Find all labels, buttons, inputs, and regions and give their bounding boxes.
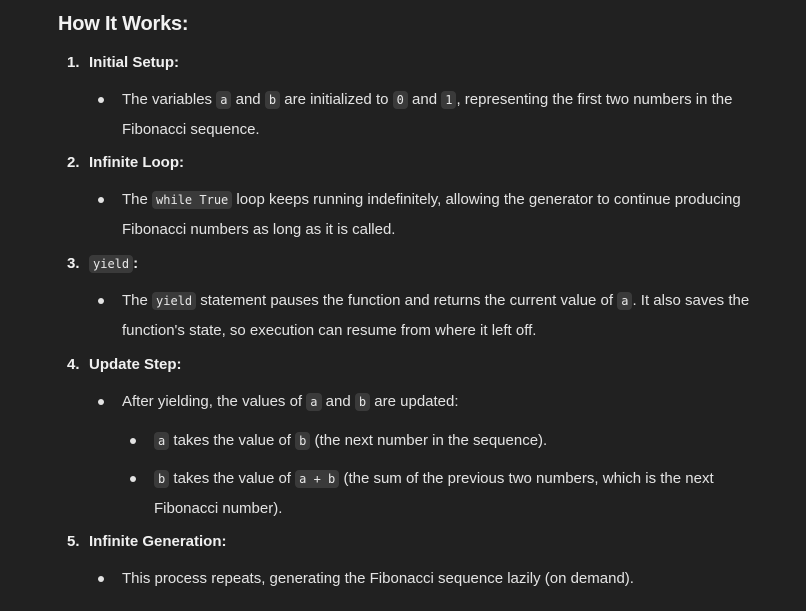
step-title: Initial Setup [89,54,175,71]
step-2-bullet: The while True loop keeps running indefi… [98,185,772,244]
step-3-title: 3. yield: [67,255,139,273]
inline-code: 0 [392,91,408,109]
step-title-code: yield [89,255,134,273]
inline-code: b [295,432,311,450]
step-title: Infinite Generation [89,533,222,550]
step-5-title: 5. Infinite Generation: [67,533,227,550]
step-4-sub-bullet-2: b takes the value of a + b (the sum of t… [130,464,774,523]
step-number: 4. [67,356,80,373]
step-number: 1. [67,54,80,71]
inline-code: b [264,91,281,109]
step-number: 3. [67,255,80,272]
response-content: How It Works: 1. Initial Setup: The varia… [0,0,806,611]
inline-code: a + b [295,470,340,488]
step-number: 2. [67,154,80,171]
step-1-bullet: The variables a and b are initialized to… [98,85,772,144]
inline-code: b [354,393,371,411]
step-2-title: 2. Infinite Loop: [67,154,184,171]
inline-code: a [154,432,170,450]
inline-code: a [216,91,232,109]
inline-code: a [617,292,633,310]
inline-code: a [306,393,322,411]
step-title: Infinite Loop [89,154,179,171]
step-1-title: 1. Initial Setup: [67,54,180,71]
step-4-sub-bullet-1: a takes the value of b (the next number … [130,426,774,456]
inline-code: while True [152,191,233,209]
step-4-title: 4. Update Step: [67,356,182,373]
step-5-bullet: This process repeats, generating the Fib… [98,564,772,593]
step-title: Update Step [89,356,177,373]
inline-code: yield [152,292,197,310]
inline-code: 1 [441,91,457,109]
step-3-bullet: The yield statement pauses the function … [98,286,772,345]
step-number: 5. [67,533,80,550]
inline-code: b [154,470,170,488]
section-heading: How It Works: [58,13,189,35]
step-4-bullet: After yielding, the values of a and b ar… [98,387,772,417]
